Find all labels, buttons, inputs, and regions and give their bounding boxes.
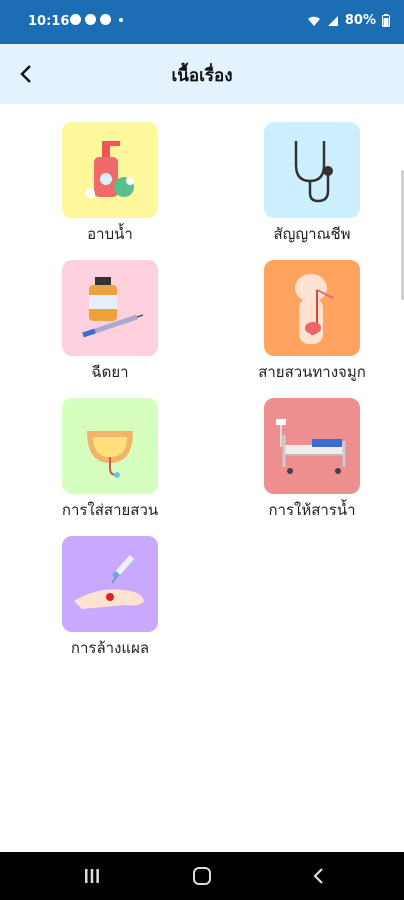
tile-nasal-tube-card[interactable] — [264, 260, 360, 356]
tile-bathing-card[interactable] — [62, 122, 158, 218]
home-icon — [193, 867, 211, 885]
back-nav-button[interactable] — [306, 864, 330, 888]
hospital-bed-icon — [276, 419, 346, 474]
tile-iv-fluids[interactable]: การให้สารน้ำ — [232, 398, 392, 522]
nasal-tube-anatomy-icon — [295, 274, 334, 344]
tile-vital-signs-label: สัญญาณชีพ — [273, 225, 351, 243]
recent-apps-icon — [85, 869, 99, 883]
more-notifications-icon — [119, 17, 123, 22]
tile-catheter-label: การใส่สายสวน — [61, 501, 159, 519]
notification-icons — [70, 14, 123, 25]
stethoscope-icon — [294, 141, 333, 203]
tile-wound-cleaning-label: การล้างแผล — [70, 639, 150, 657]
wifi-icon — [307, 16, 320, 26]
back-chevron-icon — [313, 868, 323, 884]
battery-percent: 80% — [344, 13, 376, 28]
tile-bathing[interactable]: อาบน้ำ — [30, 122, 190, 246]
tile-iv-fluids-label: การให้สารน้ำ — [268, 501, 356, 519]
status-time: 10:16 — [28, 14, 70, 29]
soap-bottle-icon — [85, 141, 134, 198]
tile-vital-signs[interactable]: สัญญาณชีพ — [232, 122, 392, 246]
tile-bathing-label: อาบน้ำ — [87, 225, 133, 243]
tile-wound-cleaning[interactable]: การล้างแผล — [30, 536, 190, 660]
app-bar: เนื้อเรื่อง — [0, 44, 404, 104]
wound-hand-icon — [74, 555, 144, 609]
tile-injection-card[interactable] — [62, 260, 158, 356]
tile-vital-signs-card[interactable] — [264, 122, 360, 218]
home-button[interactable] — [190, 864, 214, 888]
tile-catheter[interactable]: การใส่สายสวน — [30, 398, 190, 522]
bladder-icon — [87, 431, 133, 478]
battery-icon — [382, 14, 390, 27]
system-navigation-bar — [0, 852, 404, 900]
facebook-icon — [85, 14, 96, 25]
status-right: 80% — [307, 13, 390, 28]
tile-catheter-card[interactable] — [62, 398, 158, 494]
tile-injection[interactable]: ฉีดยา — [30, 260, 190, 384]
signal-icon — [327, 15, 338, 26]
tile-nasal-tube-label: สายสวนทางจมูก — [258, 363, 366, 381]
messenger-icon — [100, 14, 111, 25]
page-title: เนื้อเรื่อง — [171, 66, 233, 86]
messenger-icon — [70, 14, 81, 25]
syringe-vial-icon — [82, 277, 144, 338]
tile-wound-cleaning-card[interactable] — [62, 536, 158, 632]
status-bar: 10:16 80% — [0, 0, 404, 44]
tile-injection-label: ฉีดยา — [91, 363, 129, 381]
tile-iv-fluids-card[interactable] — [264, 398, 360, 494]
tile-nasal-tube[interactable]: สายสวนทางจมูก — [232, 260, 392, 384]
recent-apps-button[interactable] — [80, 864, 104, 888]
